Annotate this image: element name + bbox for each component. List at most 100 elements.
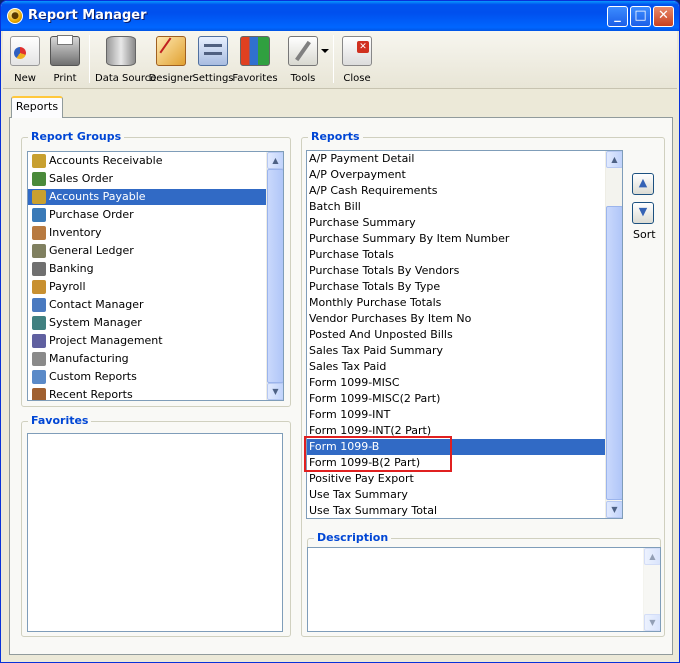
description-scrollbar[interactable]: ▲ ▼ bbox=[643, 548, 660, 631]
report-item[interactable]: Form 1099-MISC bbox=[307, 375, 606, 391]
report-item[interactable]: A/P Overpayment bbox=[307, 167, 606, 183]
report-item[interactable]: A/P Payment Detail bbox=[307, 151, 606, 167]
report-group-label: Banking bbox=[49, 262, 94, 275]
report-item[interactable]: Vendor Purchases By Item No bbox=[307, 311, 606, 327]
favorites-list[interactable] bbox=[27, 433, 283, 632]
settings-button[interactable]: Settings bbox=[192, 33, 234, 87]
report-group-label: Manufacturing bbox=[49, 352, 129, 365]
close-report-button[interactable]: ✕ Close bbox=[339, 33, 375, 87]
report-group-item[interactable]: Custom Reports bbox=[28, 369, 266, 385]
scroll-thumb[interactable] bbox=[606, 206, 622, 500]
scroll-down-button[interactable]: ▼ bbox=[644, 614, 660, 631]
scroll-up-button[interactable]: ▲ bbox=[606, 151, 622, 168]
inventory-icon bbox=[32, 226, 46, 240]
report-item[interactable]: A/P Cash Requirements bbox=[307, 183, 606, 199]
report-item[interactable]: Purchase Summary bbox=[307, 215, 606, 231]
report-group-label: General Ledger bbox=[49, 244, 134, 257]
annotation-highlight-box bbox=[304, 436, 452, 472]
sort-down-button[interactable]: ▼ bbox=[632, 202, 654, 224]
report-group-item[interactable]: Contact Manager bbox=[28, 297, 266, 313]
report-group-label: Contact Manager bbox=[49, 298, 144, 311]
report-group-item[interactable]: Sales Order bbox=[28, 171, 266, 187]
sort-label: Sort bbox=[633, 228, 656, 241]
report-group-label: Inventory bbox=[49, 226, 102, 239]
report-item[interactable]: Purchase Totals By Type bbox=[307, 279, 606, 295]
manufacturing-icon bbox=[32, 352, 46, 366]
data-source-button[interactable]: Data Source bbox=[95, 33, 156, 87]
report-item[interactable]: Purchase Totals By Vendors bbox=[307, 263, 606, 279]
scroll-down-button[interactable]: ▼ bbox=[606, 501, 622, 518]
report-group-label: Project Management bbox=[49, 334, 163, 347]
report-group-item[interactable]: System Manager bbox=[28, 315, 266, 331]
report-groups-title: Report Groups bbox=[28, 130, 125, 143]
window-title: Report Manager bbox=[28, 8, 147, 23]
accounts-payable-icon bbox=[32, 190, 46, 204]
tools-dropdown-arrow-icon[interactable] bbox=[321, 49, 329, 53]
report-groups-scrollbar[interactable]: ▲ ▼ bbox=[266, 152, 283, 400]
report-group-item[interactable]: Purchase Order bbox=[28, 207, 266, 223]
reports-title: Reports bbox=[308, 130, 363, 143]
report-item[interactable]: Use Tax Summary Total bbox=[307, 503, 606, 518]
report-group-item[interactable]: Manufacturing bbox=[28, 351, 266, 367]
report-groups-list[interactable]: Recent Reports Custom Reports Manufacturin… bbox=[27, 151, 284, 401]
close-report-icon: ✕ bbox=[342, 36, 372, 66]
report-item[interactable]: Use Tax Summary bbox=[307, 487, 606, 503]
recent-reports-icon bbox=[32, 388, 46, 400]
toolbar: New Print Data Source Designer Settings bbox=[3, 31, 677, 89]
report-item[interactable]: Purchase Totals bbox=[307, 247, 606, 263]
report-item[interactable]: Positive Pay Export bbox=[307, 471, 606, 487]
print-button[interactable]: Print bbox=[47, 33, 83, 87]
database-icon bbox=[106, 36, 136, 66]
report-item[interactable]: Posted And Unposted Bills bbox=[307, 327, 606, 343]
report-group-label: Recent Reports bbox=[49, 388, 133, 401]
report-group-item[interactable]: Banking bbox=[28, 261, 266, 277]
favorites-title: Favorites bbox=[28, 414, 92, 427]
report-group-label: Sales Order bbox=[49, 172, 114, 185]
new-button[interactable]: New bbox=[7, 33, 43, 87]
report-item[interactable]: Monthly Purchase Totals bbox=[307, 295, 606, 311]
report-item[interactable]: Batch Bill bbox=[307, 199, 606, 215]
title-bar[interactable]: ● Report Manager _ □ ✕ bbox=[1, 1, 679, 31]
maximize-button[interactable]: □ bbox=[630, 6, 651, 27]
report-group-item[interactable]: Project Management bbox=[28, 333, 266, 349]
app-icon: ● bbox=[7, 8, 23, 24]
description-box: ▲ ▼ bbox=[307, 547, 661, 632]
project-management-icon bbox=[32, 334, 46, 348]
reports-scrollbar[interactable]: ▲ ▼ bbox=[605, 151, 622, 518]
designer-button[interactable]: Designer bbox=[149, 33, 193, 87]
tools-button[interactable]: Tools bbox=[285, 33, 321, 87]
favorites-icon bbox=[240, 36, 270, 66]
report-group-item[interactable]: Inventory bbox=[28, 225, 266, 241]
report-group-label: Custom Reports bbox=[49, 370, 137, 383]
new-report-icon bbox=[10, 36, 40, 66]
report-group-label: Accounts Receivable bbox=[49, 154, 163, 167]
accounts-receivable-icon bbox=[32, 154, 46, 168]
contact-manager-icon bbox=[32, 298, 46, 312]
system-manager-icon bbox=[32, 316, 46, 330]
scroll-up-button[interactable]: ▲ bbox=[267, 152, 283, 169]
report-group-item[interactable]: Recent Reports bbox=[28, 387, 266, 401]
scroll-up-button[interactable]: ▲ bbox=[644, 548, 660, 565]
report-group-item[interactable]: Accounts Receivable bbox=[28, 153, 266, 169]
favorites-button[interactable]: Favorites bbox=[232, 33, 278, 87]
report-item[interactable]: Form 1099-MISC(2 Part) bbox=[307, 391, 606, 407]
scroll-thumb[interactable] bbox=[267, 169, 283, 383]
printer-icon bbox=[50, 35, 80, 66]
close-window-button[interactable]: ✕ bbox=[653, 6, 674, 27]
banking-icon bbox=[32, 262, 46, 276]
report-group-label: Purchase Order bbox=[49, 208, 134, 221]
report-group-item[interactable]: General Ledger bbox=[28, 243, 266, 259]
sort-up-button[interactable]: ▲ bbox=[632, 173, 654, 195]
report-item[interactable]: Form 1099-INT bbox=[307, 407, 606, 423]
description-title: Description bbox=[314, 531, 392, 544]
report-item[interactable]: Sales Tax Paid bbox=[307, 359, 606, 375]
report-group-item[interactable]: Accounts Payable bbox=[28, 189, 266, 205]
scroll-down-button[interactable]: ▼ bbox=[267, 383, 283, 400]
tab-reports[interactable]: Reports bbox=[11, 96, 63, 118]
minimize-button[interactable]: _ bbox=[607, 6, 628, 27]
report-item[interactable]: Purchase Summary By Item Number bbox=[307, 231, 606, 247]
payroll-icon bbox=[32, 280, 46, 294]
report-item[interactable]: Sales Tax Paid Summary bbox=[307, 343, 606, 359]
report-group-item[interactable]: Payroll bbox=[28, 279, 266, 295]
toolbar-separator bbox=[89, 35, 90, 83]
